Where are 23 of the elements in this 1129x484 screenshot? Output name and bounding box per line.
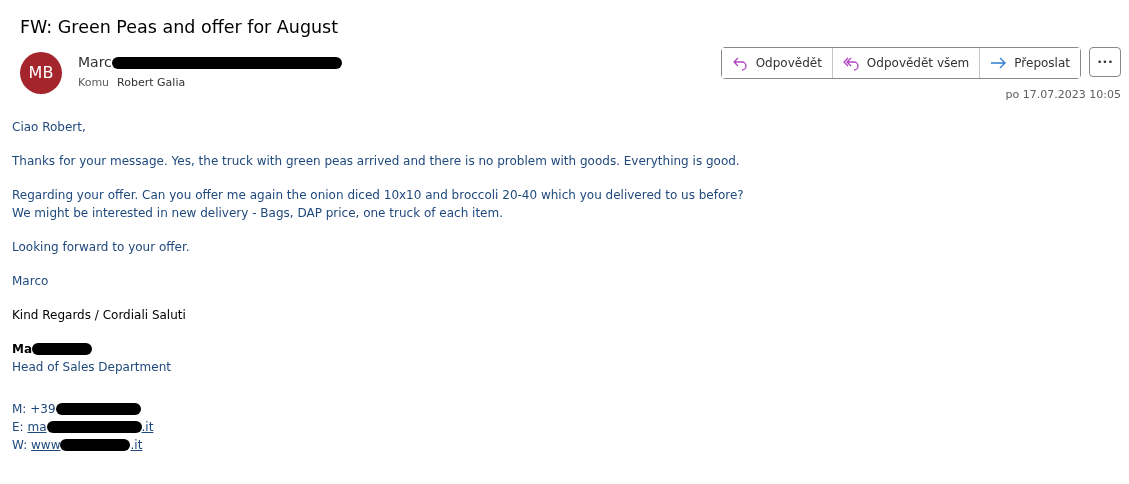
sender-name: Marc [78, 53, 112, 73]
more-actions-button[interactable]: ••• [1089, 47, 1121, 78]
contact-label: M: [12, 401, 28, 416]
phone-number: +39 [30, 401, 56, 416]
reply-button[interactable]: Odpovědět [721, 48, 833, 79]
contact-label: E: [12, 419, 25, 434]
recipient-name: Robert Galia [117, 75, 186, 92]
paragraph: Marco [12, 272, 50, 290]
job-title: Head of Sales Department [12, 358, 172, 376]
signature-name: Ma [12, 341, 33, 356]
redaction-mark [32, 343, 93, 356]
paragraph: Thanks for your message. Yes, the truck with green peas arrived and there is no problem with goods. Everything is good. [12, 152, 741, 170]
avatar: MB [20, 52, 62, 95]
email-subject: FW: Green Peas and offer for August [20, 16, 340, 39]
reply-icon [731, 55, 748, 72]
paragraph: Ciao Robert, [12, 118, 87, 136]
contact-label: W: [12, 437, 29, 452]
closing-line: Kind Regards / Cordiali Saluti [12, 306, 187, 324]
paragraph: Looking forward to your offer. [12, 238, 191, 256]
reply-all-icon [842, 55, 859, 72]
email-date: po 17.07.2023 10:05 [1005, 87, 1121, 104]
paragraph: Regarding your offer. Can you offer me again the onion diced 10x10 and broccoli 20-40 which you delivered to us before? We might be interested in new delivery - Bags, DAP price, one truck of each item. [12, 186, 745, 222]
to-label: Komu [78, 75, 110, 92]
